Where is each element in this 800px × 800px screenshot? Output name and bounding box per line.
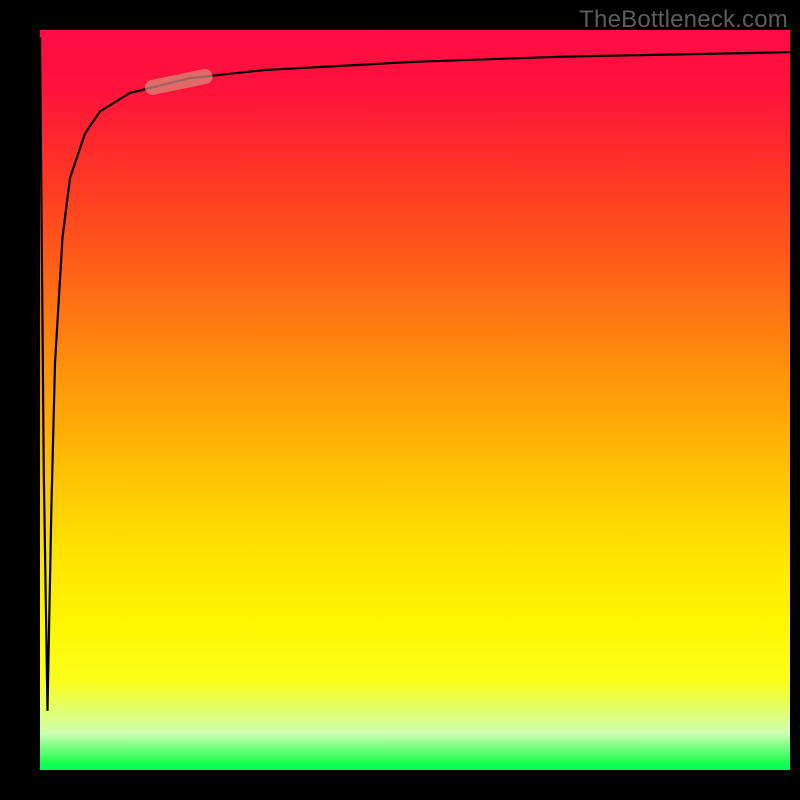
highlight-segment <box>153 77 206 88</box>
chart-container: TheBottleneck.com <box>0 0 800 800</box>
plot-area <box>40 30 790 770</box>
chart-svg <box>40 30 790 770</box>
bottleneck-curve <box>40 37 790 710</box>
